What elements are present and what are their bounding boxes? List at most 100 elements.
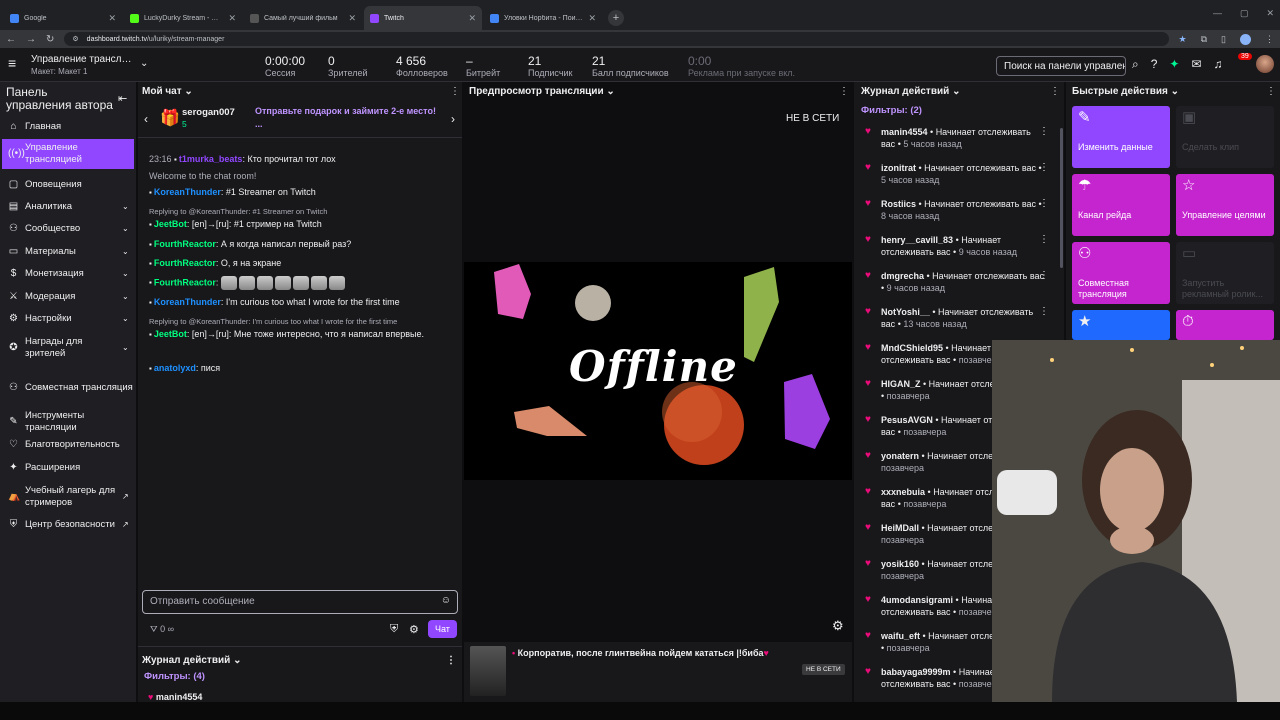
follower-name[interactable]: manin4554 (881, 127, 928, 137)
menu-icon[interactable]: ≡ (8, 56, 22, 71)
stream-thumbnail[interactable] (470, 646, 506, 696)
notifications-icon[interactable]: ♫ (1214, 57, 1223, 72)
emote[interactable] (328, 276, 345, 290)
sidebar-item[interactable]: ▤ Аналитика ⌄ (2, 198, 134, 216)
follower-name[interactable]: dmgrecha (881, 271, 924, 281)
more-options-icon[interactable]: ⋮ (1050, 86, 1060, 97)
quick-action-tile[interactable]: ⚇ Совместная трансляция (1072, 242, 1170, 304)
follower-name[interactable]: waifu_eft (881, 631, 920, 641)
channel-points[interactable]: ⛛ 0 ∞ (150, 624, 174, 635)
chat-username[interactable]: FourthReactor (154, 258, 216, 268)
emote-picker-icon[interactable]: ☺ (441, 595, 451, 606)
scrollbar[interactable] (1060, 128, 1063, 268)
back-icon[interactable]: ← (6, 34, 16, 45)
chat-username[interactable]: KoreanThunder (154, 297, 221, 307)
help-icon[interactable]: ? (1151, 57, 1158, 72)
sidebar-item[interactable]: ✎ Инструменты трансляции (2, 407, 134, 437)
sidebar-item[interactable]: ⚇ Совместная трансляция (2, 373, 134, 403)
sidebar-item[interactable]: ♡ Благотворительность (2, 436, 134, 454)
chat-settings-icon[interactable]: ⚙ (409, 623, 419, 636)
sidebar-item[interactable]: ⛺ Учебный лагерь для стримеров ↗ (2, 482, 134, 512)
close-tab-icon[interactable]: ✕ (108, 13, 116, 24)
follower-name[interactable]: PesusAVGN (881, 415, 933, 425)
chat-username[interactable]: FourthReactor (154, 239, 216, 249)
chevron-down-icon[interactable]: ⌄ (122, 223, 134, 235)
close-tab-icon[interactable]: ✕ (588, 13, 596, 24)
forward-icon[interactable]: → (26, 34, 36, 45)
follower-name[interactable]: henry__cavill_83 (881, 235, 953, 245)
more-options-icon[interactable]: ⋮ (1039, 306, 1049, 318)
more-options-icon[interactable]: ⋮ (450, 86, 460, 97)
chevron-down-icon[interactable]: ⌄ (1171, 86, 1179, 97)
more-options-icon[interactable]: ⋮ (446, 655, 456, 666)
url-field[interactable]: ⚙ dashboard.twitch.tv/u/luriky/stream-ma… (64, 32, 1169, 46)
inbox-icon[interactable]: ✉ (1191, 57, 1201, 72)
minimize-icon[interactable]: — (1213, 8, 1222, 19)
gift-user[interactable]: serogan007 (182, 107, 235, 118)
quick-action-tile[interactable]: ⏱ (1176, 310, 1274, 340)
more-options-icon[interactable]: ⋮ (1039, 126, 1049, 138)
extensions-icon[interactable]: ⧉ (1201, 34, 1207, 45)
profile-avatar[interactable] (1240, 33, 1251, 45)
new-tab-button[interactable]: + (608, 10, 624, 26)
sidebar-item[interactable]: ▭ Материалы ⌄ (2, 243, 134, 261)
follower-name[interactable]: yonatern (881, 451, 919, 461)
sidebar-item[interactable]: $ Монетизация ⌄ (2, 265, 134, 283)
follower-name[interactable]: HeiMDall (881, 523, 919, 533)
quick-action-tile[interactable]: ☆ Управление целями (1176, 174, 1274, 236)
sidebar-item[interactable]: ⌂ Главная (2, 118, 134, 136)
sidebar-item[interactable]: ▢ Оповещения (2, 176, 134, 194)
quick-action-tile[interactable]: ✎ Изменить данные (1072, 106, 1170, 168)
prev-icon[interactable]: ‹ (144, 112, 148, 126)
chat-username[interactable]: JeetBot (154, 329, 187, 339)
chevron-down-icon[interactable]: ⌄ (233, 655, 241, 666)
sidebar-item[interactable]: ((•)) Управление трансляцией (2, 139, 134, 169)
emote[interactable] (238, 276, 255, 290)
browser-tab[interactable]: Самый лучший фильм ✕ (244, 6, 362, 30)
search-input[interactable]: Поиск на панели управления (996, 56, 1126, 76)
more-options-icon[interactable]: ⋮ (1039, 198, 1049, 210)
emote[interactable] (274, 276, 291, 290)
quick-action-tile[interactable]: ▣ Сделать клип (1176, 106, 1274, 168)
chat-username[interactable]: t1murka_beats (179, 154, 243, 164)
site-info-icon[interactable]: ⚙ (72, 35, 78, 43)
follower-name[interactable]: MndCShield95 (881, 343, 943, 353)
follower-name[interactable]: yosik160 (881, 559, 919, 569)
chat-username[interactable]: FourthReactor (154, 277, 216, 287)
sidebar-item[interactable]: ✦ Расширения (2, 459, 134, 477)
maximize-icon[interactable]: ▢ (1240, 8, 1249, 19)
quick-action-tile[interactable]: ★ (1072, 310, 1170, 340)
emote[interactable] (256, 276, 273, 290)
more-options-icon[interactable]: ⋮ (1039, 270, 1049, 282)
chevron-down-icon[interactable]: ⌄ (184, 86, 192, 97)
follower-name[interactable]: 4umodansigrami (881, 595, 953, 605)
mod-shield-icon[interactable]: ⛨ (390, 623, 398, 636)
chevron-down-icon[interactable]: ⌄ (122, 268, 134, 280)
chat-username[interactable]: JeetBot (154, 219, 187, 229)
emote[interactable] (310, 276, 327, 290)
emote[interactable] (220, 276, 237, 290)
bookmark-star-icon[interactable]: ★ (1179, 34, 1187, 45)
chevron-down-icon[interactable]: ⌄ (122, 201, 134, 213)
sidebar-item[interactable]: ⛨ Центр безопасности ↗ (2, 516, 134, 534)
browser-tab[interactable]: LuckyDurky Stream - Watch Li... ✕ (124, 6, 242, 30)
follower-name[interactable]: Rostiics (881, 199, 916, 209)
avatar[interactable] (1256, 55, 1274, 73)
browser-tab[interactable]: Twitch ✕ (364, 6, 482, 30)
chevron-down-icon[interactable]: ⌄ (606, 86, 614, 97)
activity-filters[interactable]: Фильтры: (2) (861, 105, 922, 116)
sidebar-item[interactable]: ⚙ Настройки ⌄ (2, 310, 134, 328)
more-options-icon[interactable]: ⋮ (839, 86, 849, 97)
more-options-icon[interactable]: ⋮ (1266, 86, 1276, 97)
chevron-down-icon[interactable]: ⌄ (122, 313, 134, 325)
quick-action-tile[interactable]: ☂ Канал рейда (1072, 174, 1170, 236)
collapse-sidebar-icon[interactable]: ⇤ (118, 92, 127, 105)
gift-prompt[interactable]: Отправьте подарок и займите 2-е место!..… (255, 105, 445, 131)
quick-action-tile[interactable]: ▭ Запустить рекламный ролик... (1176, 242, 1274, 304)
close-tab-icon[interactable]: ✕ (468, 13, 476, 24)
search-icon[interactable]: ⌕ (1132, 57, 1139, 72)
follower-name[interactable]: HIGAN_Z (881, 379, 921, 389)
close-tab-icon[interactable]: ✕ (348, 13, 356, 24)
chevron-down-icon[interactable]: ⌄ (952, 86, 960, 97)
chat-username[interactable]: anatolyxd (154, 363, 196, 373)
